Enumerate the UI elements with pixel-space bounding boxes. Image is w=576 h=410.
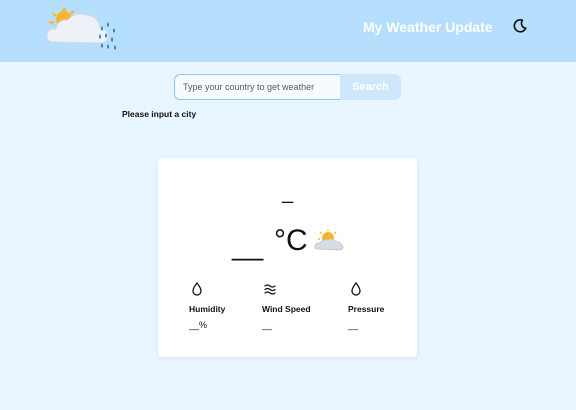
droplet-icon: [192, 282, 202, 296]
search-button[interactable]: Search: [340, 74, 401, 100]
search-bar: Search: [174, 74, 401, 100]
weather-card: _ __ °C Humidity __% Wind Speed __ Press…: [158, 158, 417, 357]
city-name: _: [281, 182, 294, 204]
wind-value: __: [262, 320, 273, 330]
weather-logo-icon: [46, 6, 116, 50]
humidity-value: __%: [189, 320, 208, 330]
temperature-value: __: [232, 230, 264, 261]
moon-icon[interactable]: [512, 18, 528, 34]
status-message: Please input a city: [122, 109, 197, 119]
search-input[interactable]: [174, 74, 341, 100]
humidity-label: Humidity: [189, 304, 226, 314]
pressure-value: __: [348, 320, 359, 330]
pressure-label: Pressure: [348, 304, 385, 314]
droplet-icon: [351, 282, 361, 296]
temperature-unit: °C: [274, 224, 308, 257]
wind-icon: [264, 284, 276, 295]
wind-label: Wind Speed: [262, 304, 311, 314]
app-title: My Weather Update: [363, 19, 493, 35]
partly-cloudy-icon: [314, 229, 344, 251]
app-header: My Weather Update: [0, 0, 576, 62]
